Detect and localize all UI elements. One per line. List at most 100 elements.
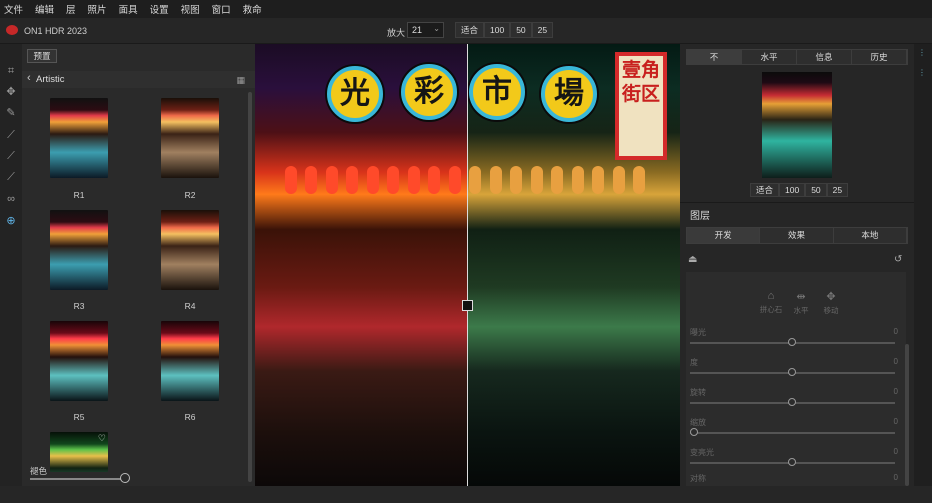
zoom-100-button[interactable]: 100	[484, 22, 511, 38]
tab-local[interactable]: 本地	[833, 228, 907, 243]
neon-sign: 彩	[401, 64, 457, 120]
lantern	[551, 166, 564, 194]
lantern	[346, 166, 359, 194]
vertical-sign: 壹角街区	[615, 52, 667, 160]
tab-levels[interactable]: 水平	[742, 50, 797, 64]
preset-image	[50, 321, 108, 401]
lantern	[612, 166, 625, 194]
preset-thumb-r2[interactable]	[161, 98, 219, 178]
nav-100-button[interactable]: 100	[779, 183, 806, 197]
magic-brush-icon[interactable]: ✎	[4, 106, 18, 120]
preset-image	[50, 210, 108, 290]
lantern	[510, 166, 523, 194]
divider	[680, 202, 914, 203]
tab-info[interactable]: 信息	[797, 50, 852, 64]
nav-fit-button[interactable]: 适合	[750, 183, 780, 197]
navigator-thumbnail[interactable]	[762, 72, 832, 178]
adjust-slider[interactable]	[690, 432, 895, 434]
tab-develop[interactable]: 开发	[687, 228, 761, 243]
neon-sign: 場	[541, 66, 597, 122]
preset-thumb-r3[interactable]	[50, 210, 108, 290]
presets-scrollbar[interactable]	[248, 92, 252, 482]
panel-toggle-icon[interactable]: ⋮	[918, 68, 928, 78]
adjust-row: 曝光 0	[690, 327, 902, 357]
panel-toggle-icon[interactable]: ⋮	[918, 48, 928, 58]
level-icon[interactable]: ⇹ 水平	[786, 290, 816, 318]
nav-50-button[interactable]: 50	[805, 183, 827, 197]
transform-tools: ⌂ 拼心石 ⇹ 水平 ✥ 移动	[756, 290, 846, 318]
preset-image	[161, 210, 219, 290]
reset-icon[interactable]: ↺	[894, 254, 902, 265]
lantern	[285, 166, 297, 194]
tab-effects[interactable]: 效果	[760, 228, 834, 243]
navigator-zoom-buttons: 适合 100 50 25	[750, 183, 849, 197]
preset-thumb-r5[interactable]	[50, 321, 108, 401]
lantern	[592, 166, 605, 194]
zoom-50-button[interactable]: 50	[510, 22, 532, 38]
menu-edit[interactable]: 编辑	[35, 2, 54, 16]
grid-view-icon[interactable]: ▦	[236, 75, 245, 86]
tool-strip: ⌗ ✥ ✎ ⟋ ⟋ ⟋ ∞ ⊕	[0, 44, 22, 486]
lantern	[366, 166, 379, 194]
move-transform-icon[interactable]: ✥ 移动	[816, 290, 846, 318]
lanterns	[285, 166, 645, 202]
zoom-25-button[interactable]: 25	[531, 22, 554, 38]
strength-label: 褪色	[30, 466, 48, 476]
zoom-tool-icon[interactable]: ⊕	[4, 214, 18, 228]
zoom-value: 21	[412, 25, 423, 35]
menu-file[interactable]: 文件	[4, 2, 23, 16]
toolbar: ON1 HDR 2023 放大 21 ⌄ 适合 100 50 25	[0, 18, 932, 44]
zoom-fit-button[interactable]: 适合	[455, 22, 485, 38]
adjust-knob[interactable]	[788, 368, 796, 376]
tab-navigator[interactable]: 不	[687, 50, 742, 64]
eraser-icon[interactable]: ⟋	[4, 170, 18, 184]
strength-slider-knob[interactable]	[120, 473, 130, 483]
lantern	[407, 166, 420, 194]
transform-panel: ⌂ 拼心石 ⇹ 水平 ✥ 移动 曝光 0 度0 旋转 0 缩放 0 变亮光 0 对称 0	[686, 272, 906, 486]
adjust-knob[interactable]	[788, 458, 796, 466]
zoom-label: 放大	[387, 28, 406, 38]
preset-thumb-r6[interactable]	[161, 321, 219, 401]
tab-history[interactable]: 历史	[852, 50, 907, 64]
presets-button[interactable]: 预置	[27, 49, 57, 63]
nav-25-button[interactable]: 25	[826, 183, 849, 197]
retouch-icon[interactable]: ∞	[4, 192, 18, 206]
strength-slider-track[interactable]	[30, 478, 125, 480]
preset-thumb-r1[interactable]	[50, 98, 108, 178]
adjust-row: 旋转 0	[690, 387, 902, 417]
move-icon[interactable]: ✥	[4, 85, 18, 99]
side-icon-strip: ⋮ ⋮	[914, 44, 932, 486]
right-panel: 不 水平 信息 历史 适合 100 50 25 图层 开发 效果 本地 ⏏ ↺ …	[680, 44, 914, 486]
split-divider[interactable]	[467, 44, 468, 486]
preset-label: R6	[184, 412, 196, 422]
menu-layer[interactable]: 层	[66, 2, 76, 16]
neon-sign: 光	[327, 66, 383, 122]
lantern	[428, 166, 441, 194]
preset-thumb-r4[interactable]	[161, 210, 219, 290]
layers-title: 图层	[690, 211, 710, 222]
heart-icon[interactable]: ♡	[98, 433, 106, 444]
zoom-buttons: 适合 100 50 25	[455, 22, 554, 38]
masking-brush-icon[interactable]: ⟋	[4, 149, 18, 163]
menu-mask[interactable]: 面具	[119, 2, 138, 16]
menu-settings[interactable]: 设置	[150, 2, 169, 16]
zoom-select[interactable]: 21 ⌄	[407, 22, 444, 38]
photo-canvas[interactable]: 光 彩 市 場 壹角街区	[255, 44, 680, 486]
split-handle[interactable]	[462, 300, 473, 311]
category-header[interactable]: ‹ Artistic ▦	[22, 71, 255, 88]
menu-photo[interactable]: 照片	[88, 2, 107, 16]
adjust-knob[interactable]	[690, 428, 698, 436]
crop-icon[interactable]: ⌗	[4, 64, 18, 78]
right-scrollbar[interactable]	[905, 344, 909, 486]
export-icon[interactable]: ⏏	[688, 254, 697, 265]
keystone-icon[interactable]: ⌂ 拼心石	[756, 290, 786, 318]
menu-view[interactable]: 视图	[181, 2, 200, 16]
lantern	[530, 166, 543, 194]
brush-icon[interactable]: ⟋	[4, 128, 18, 142]
adjust-knob[interactable]	[788, 398, 796, 406]
adjust-knob[interactable]	[788, 338, 796, 346]
menu-help[interactable]: 救命	[243, 2, 262, 16]
back-icon[interactable]: ‹	[27, 72, 31, 84]
menu-window[interactable]: 窗口	[212, 2, 231, 16]
adjust-row: 缩放 0	[690, 417, 902, 447]
